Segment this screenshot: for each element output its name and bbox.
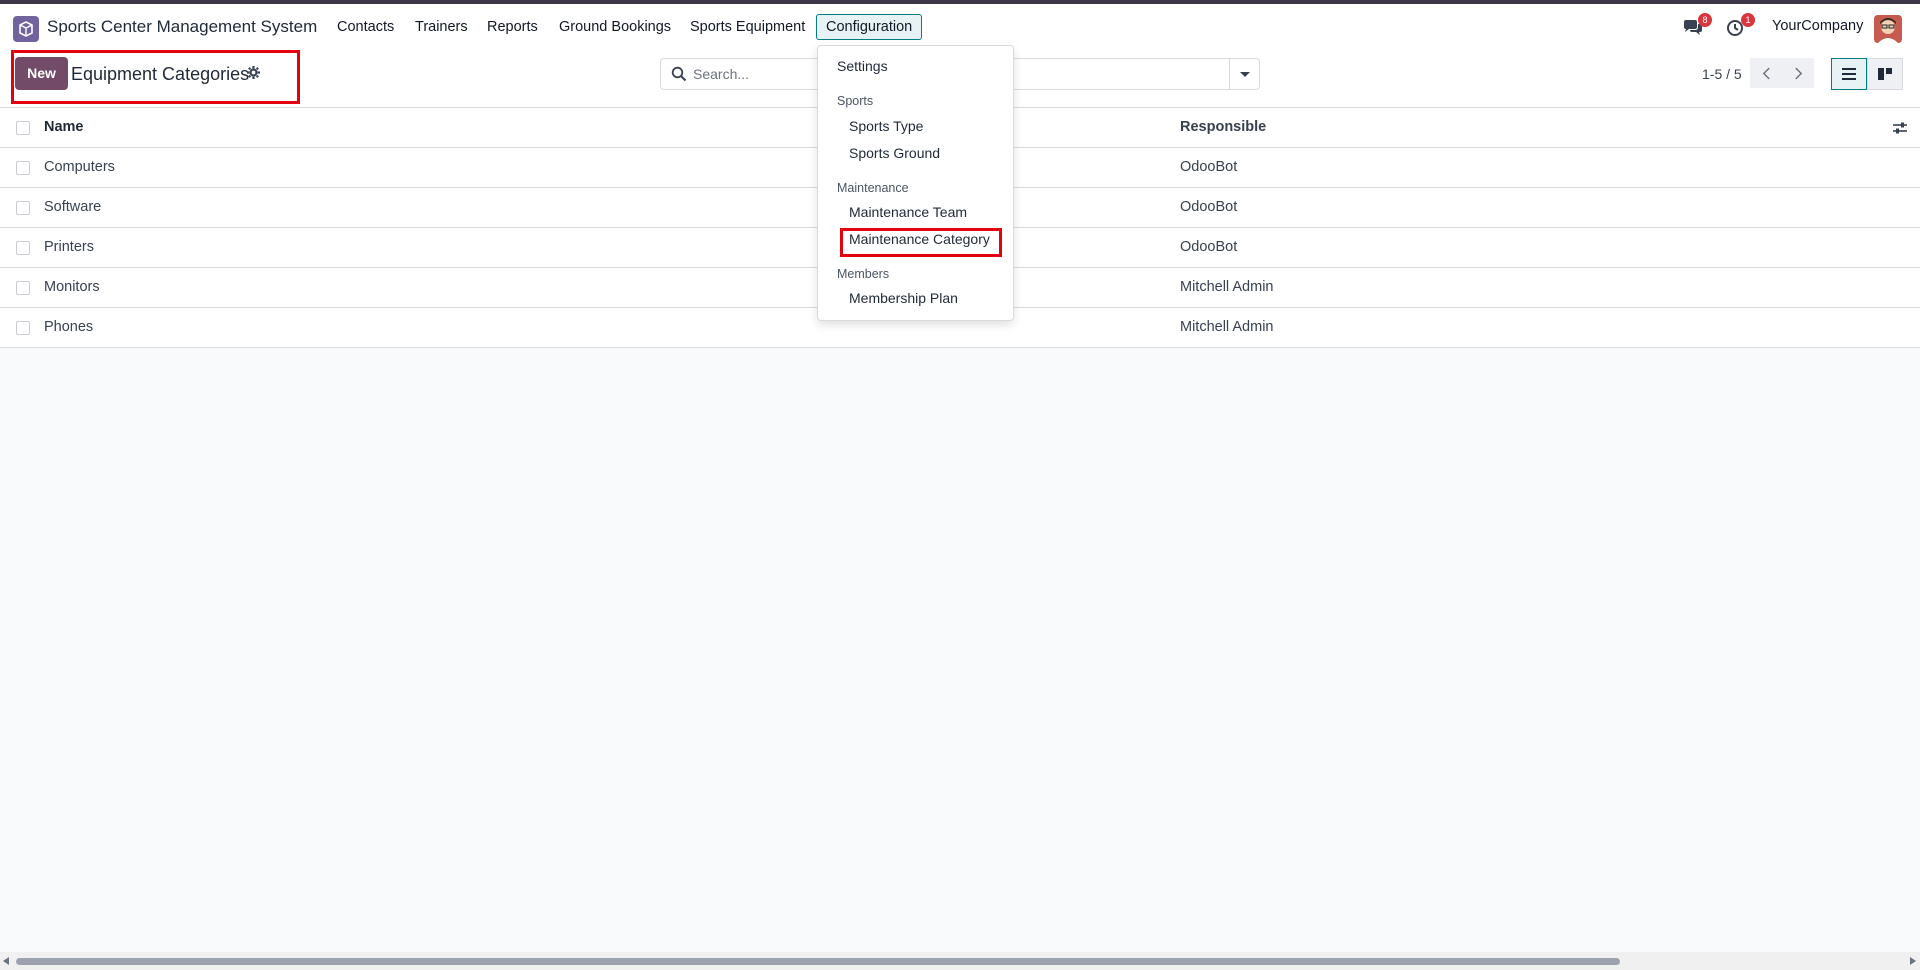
menu-section-maintenance: Maintenance [837, 181, 909, 195]
menu-item-settings[interactable]: Settings [837, 58, 888, 74]
configuration-dropdown-menu: Settings Sports Sports Type Sports Groun… [817, 45, 1014, 321]
menu-item-maintenance-category[interactable]: Maintenance Category [849, 231, 990, 247]
page-title: Equipment Categories [71, 64, 250, 84]
chevron-right-icon [1794, 67, 1802, 79]
app-icon[interactable] [13, 16, 39, 42]
new-button[interactable]: New [15, 57, 68, 90]
search-icon [671, 66, 687, 82]
activities-count-badge: 1 [1741, 13, 1755, 27]
cell-name: Monitors [44, 279, 100, 295]
menu-reports[interactable]: Reports [487, 14, 538, 40]
cell-responsible: Mitchell Admin [1180, 319, 1274, 335]
cell-name: Software [44, 199, 102, 215]
cell-responsible: OdooBot [1180, 239, 1238, 255]
pager-value[interactable]: 1-5 / 5 [1702, 66, 1742, 82]
messages-count-badge: 8 [1698, 13, 1712, 27]
user-avatar[interactable] [1874, 15, 1902, 43]
menu-item-sports-type[interactable]: Sports Type [849, 118, 923, 134]
menu-item-maintenance-team[interactable]: Maintenance Team [849, 204, 967, 220]
scroll-left-arrow-icon [3, 957, 9, 965]
select-all-checkbox[interactable] [16, 121, 30, 135]
scrollbar-thumb[interactable] [16, 958, 1620, 965]
cell-responsible: Mitchell Admin [1180, 279, 1274, 295]
menu-section-members: Members [837, 267, 890, 281]
search-input[interactable]: Search... [693, 66, 749, 82]
cell-name: Printers [44, 239, 94, 255]
menu-item-membership-plan[interactable]: Membership Plan [849, 290, 958, 306]
menu-trainers[interactable]: Trainers [415, 14, 468, 40]
cell-name: Computers [44, 159, 115, 175]
pager-previous-button[interactable] [1750, 58, 1782, 88]
chevron-left-icon [1762, 67, 1770, 79]
menu-ground-bookings[interactable]: Ground Bookings [559, 14, 671, 40]
menu-sports-equipment[interactable]: Sports Equipment [690, 14, 805, 40]
app-brand-name[interactable]: Sports Center Management System [47, 17, 317, 37]
optional-columns-icon[interactable] [1892, 120, 1908, 136]
kanban-view-button[interactable] [1867, 58, 1903, 90]
gear-icon[interactable] [247, 66, 260, 82]
company-switcher[interactable]: YourCompany [1772, 18, 1863, 34]
menu-contacts[interactable]: Contacts [337, 14, 394, 40]
cell-responsible: OdooBot [1180, 159, 1238, 175]
pager-next-button[interactable] [1782, 58, 1814, 88]
activity-clock-icon[interactable]: 1 [1725, 13, 1755, 38]
caret-down-icon [1239, 71, 1250, 77]
column-header-responsible[interactable]: Responsible [1180, 119, 1266, 135]
row-checkbox[interactable] [16, 241, 30, 255]
row-checkbox[interactable] [16, 201, 30, 215]
menu-item-sports-ground[interactable]: Sports Ground [849, 145, 940, 161]
row-checkbox[interactable] [16, 161, 30, 175]
list-view-button[interactable] [1831, 58, 1867, 90]
messages-icon[interactable]: 8 [1682, 13, 1712, 38]
menu-section-sports: Sports [837, 94, 874, 108]
row-checkbox[interactable] [16, 281, 30, 295]
menu-configuration[interactable]: Configuration [816, 14, 923, 40]
column-header-name[interactable]: Name [44, 119, 84, 135]
cell-responsible: OdooBot [1180, 199, 1238, 215]
cell-name: Phones [44, 319, 94, 335]
list-view-icon [1842, 68, 1856, 80]
kanban-view-icon [1878, 68, 1892, 80]
search-options-toggle[interactable] [1229, 59, 1259, 89]
scroll-right-arrow-icon [1910, 957, 1916, 965]
top-navbar: Sports Center Management System Contacts… [0, 4, 1920, 50]
horizontal-scrollbar[interactable] [0, 952, 1920, 970]
row-checkbox[interactable] [16, 321, 30, 335]
